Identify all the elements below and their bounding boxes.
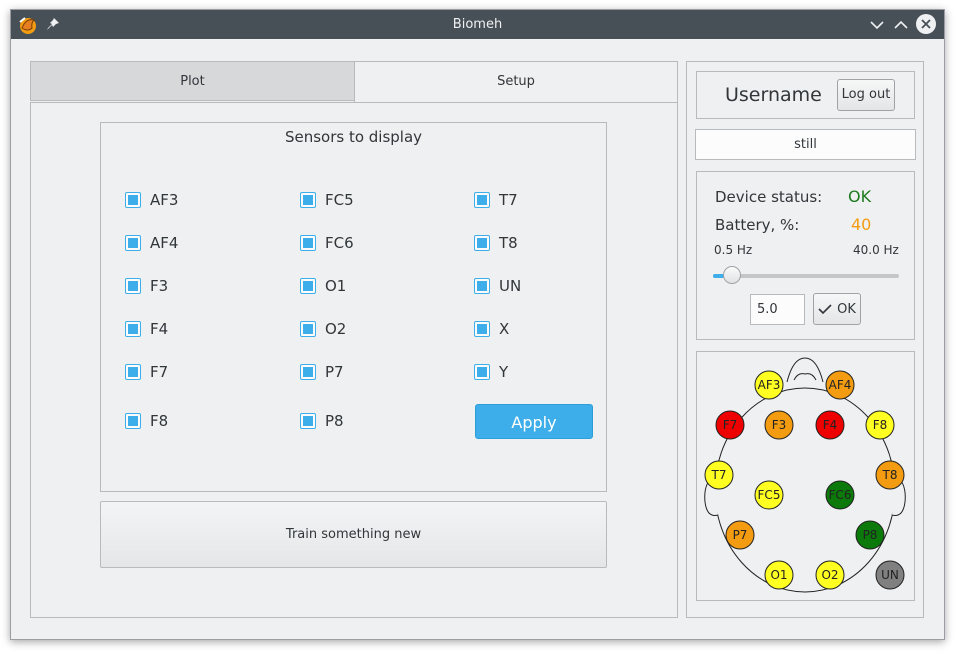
- sensor-af4: AF4: [825, 370, 855, 400]
- checkbox-f8[interactable]: F8: [125, 411, 168, 431]
- frequency-slider-track[interactable]: [713, 274, 899, 278]
- close-icon[interactable]: [916, 14, 936, 34]
- sensor-label: O1: [770, 568, 787, 582]
- sensor-p7: P7: [725, 520, 755, 550]
- checkbox-fc6[interactable]: FC6: [300, 233, 354, 253]
- head-sensor-map: AF3 AF4 F7 F3 F4 F8 T7 T8 FC5 FC6 P7 P8 O1 O2 UN: [704, 357, 906, 593]
- sensor-label: F8: [873, 418, 888, 432]
- sensor-label: F3: [772, 418, 787, 432]
- frequency-input[interactable]: 5.0: [750, 294, 805, 325]
- checkbox-checked-icon: [125, 235, 141, 251]
- checkbox-checked-icon: [474, 278, 490, 294]
- device-box: Device status: OK Battery, %: 40 0.5 Hz …: [696, 171, 915, 340]
- tab-bar: Plot Setup: [30, 61, 678, 103]
- checkbox-f7[interactable]: F7: [125, 362, 168, 382]
- sensor-o1: O1: [764, 560, 794, 590]
- checkbox-checked-icon: [300, 321, 316, 337]
- tab-setup[interactable]: Setup: [354, 61, 678, 102]
- ok-button-label: OK: [837, 301, 856, 317]
- apply-button[interactable]: Apply: [475, 404, 593, 439]
- checkbox-p7[interactable]: P7: [300, 362, 344, 382]
- main-window: Biomeh Plot Setup Sensors to display AF3…: [10, 9, 945, 640]
- checkbox-checked-icon: [300, 364, 316, 380]
- checkbox-o2[interactable]: O2: [300, 319, 346, 339]
- ok-button[interactable]: OK: [813, 293, 861, 325]
- sensor-f8: F8: [865, 410, 895, 440]
- checkbox-un[interactable]: UN: [474, 276, 521, 296]
- checkbox-p8[interactable]: P8: [300, 411, 344, 431]
- minimize-chevron-down-icon[interactable]: [868, 16, 886, 34]
- checkbox-checked-icon: [125, 413, 141, 429]
- window-title: Biomeh: [452, 17, 503, 32]
- sensors-group: Sensors to display AF3 AF4 F3 F4 F7 F8 F…: [100, 122, 607, 492]
- sensor-label: P8: [863, 528, 878, 542]
- sensor-t7: T7: [704, 460, 734, 490]
- device-status-value: OK: [848, 187, 872, 206]
- username-label: Username: [725, 84, 822, 106]
- sensor-o2: O2: [815, 560, 845, 590]
- sensor-af3: AF3: [754, 370, 784, 400]
- sensor-label: FC6: [829, 488, 852, 502]
- maximize-chevron-up-icon[interactable]: [892, 16, 910, 34]
- checkbox-y[interactable]: Y: [474, 362, 508, 382]
- title-bar: Biomeh: [11, 10, 944, 39]
- checkbox-checked-icon: [125, 321, 141, 337]
- sensor-f3: F3: [764, 410, 794, 440]
- sensor-label: AF4: [829, 378, 852, 392]
- checkbox-checked-icon: [474, 321, 490, 337]
- tab-plot[interactable]: Plot: [30, 61, 355, 101]
- sensor-label: F7: [723, 418, 738, 432]
- user-box: Username Log out: [696, 71, 915, 119]
- sensor-label: T8: [882, 468, 898, 482]
- right-panel: Username Log out still Device status: OK…: [686, 61, 924, 618]
- sensor-un: UN: [875, 560, 905, 590]
- sensor-fc6: FC6: [825, 480, 855, 510]
- checkbox-af4[interactable]: AF4: [125, 233, 178, 253]
- checkbox-checked-icon: [300, 192, 316, 208]
- checkbox-checked-icon: [125, 278, 141, 294]
- train-something-new-button[interactable]: Train something new: [100, 501, 607, 568]
- head-map-box: AF3 AF4 F7 F3 F4 F8 T7 T8 FC5 FC6 P7 P8 O1 O2 UN: [696, 351, 915, 601]
- checkbox-fc5[interactable]: FC5: [300, 190, 354, 210]
- checkbox-checked-icon: [300, 413, 316, 429]
- checkbox-f4[interactable]: F4: [125, 319, 168, 339]
- checkbox-checked-icon: [125, 364, 141, 380]
- sensor-label: O2: [821, 568, 838, 582]
- sensor-label: F4: [823, 418, 838, 432]
- sensor-label: UN: [881, 568, 899, 582]
- frequency-slider-handle[interactable]: [722, 266, 741, 284]
- checkbox-checked-icon: [474, 364, 490, 380]
- battery-value: 40: [851, 215, 872, 234]
- checkbox-f3[interactable]: F3: [125, 276, 168, 296]
- checkbox-t7[interactable]: T7: [474, 190, 518, 210]
- sensor-label: AF3: [758, 378, 781, 392]
- sensor-label: FC5: [758, 488, 781, 502]
- checkbox-checked-icon: [300, 235, 316, 251]
- sensor-label: T7: [711, 468, 727, 482]
- state-field[interactable]: still: [695, 129, 916, 160]
- checkbox-checked-icon: [300, 278, 316, 294]
- plot-tab-panel: Sensors to display AF3 AF4 F3 F4 F7 F8 F…: [30, 102, 678, 618]
- freq-max-label: 40.0 Hz: [853, 243, 899, 257]
- sensor-label: P7: [733, 528, 748, 542]
- checkmark-icon: [818, 304, 832, 315]
- sensor-p8: P8: [855, 520, 885, 550]
- checkbox-o1[interactable]: O1: [300, 276, 346, 296]
- device-status-label: Device status:: [715, 188, 823, 206]
- head-outline: [704, 357, 906, 593]
- freq-min-label: 0.5 Hz: [714, 243, 753, 257]
- sensors-group-title: Sensors to display: [284, 128, 423, 146]
- logout-button[interactable]: Log out: [837, 79, 895, 111]
- checkbox-t8[interactable]: T8: [474, 233, 518, 253]
- checkbox-x[interactable]: X: [474, 319, 509, 339]
- sensor-fc5: FC5: [754, 480, 784, 510]
- checkbox-checked-icon: [474, 192, 490, 208]
- checkbox-checked-icon: [125, 192, 141, 208]
- sensor-t8: T8: [875, 460, 905, 490]
- checkbox-af3[interactable]: AF3: [125, 190, 178, 210]
- battery-label: Battery, %:: [715, 216, 800, 234]
- sensor-f4: F4: [815, 410, 845, 440]
- sensor-f7: F7: [715, 410, 745, 440]
- checkbox-checked-icon: [474, 235, 490, 251]
